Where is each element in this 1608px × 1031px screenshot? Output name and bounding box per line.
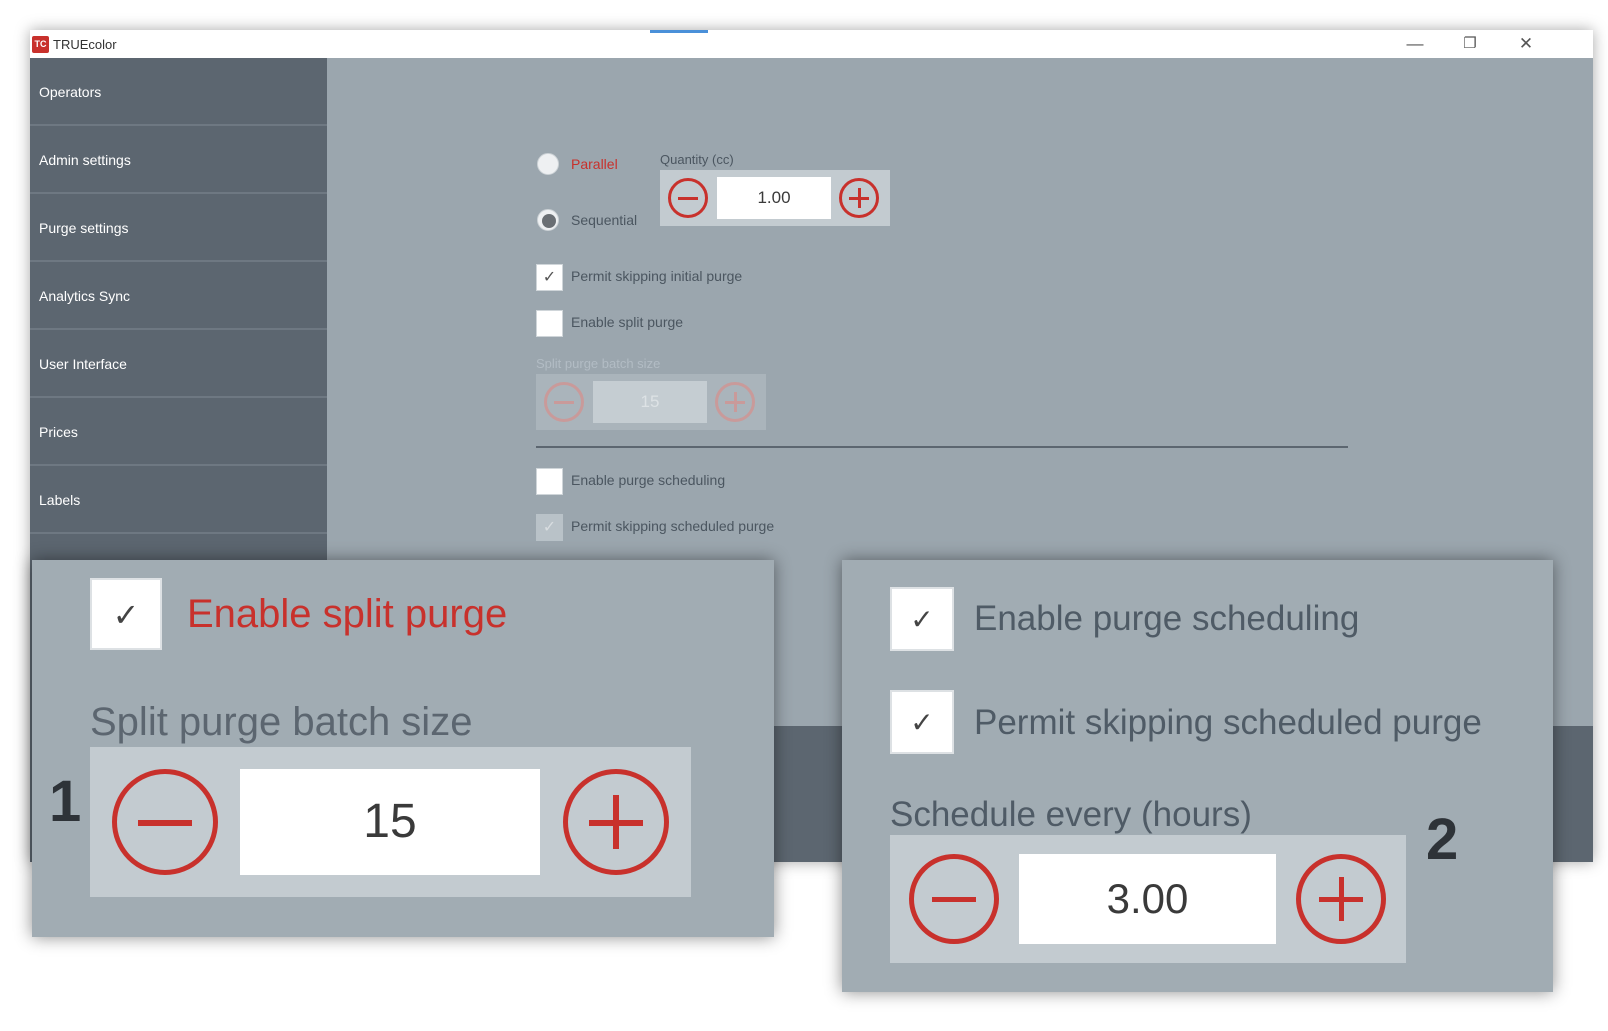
title-accent-bar xyxy=(650,30,708,33)
app-logo-icon: TC xyxy=(32,36,49,53)
radio-selected-dot xyxy=(542,214,556,228)
sidebar-item-analytics-sync[interactable]: Analytics Sync xyxy=(30,262,327,330)
split-batch-size-stepper-zoom: 15 xyxy=(90,747,691,897)
schedule-decrement-button[interactable] xyxy=(909,854,999,944)
schedule-every-field[interactable]: 3.00 xyxy=(1019,854,1276,944)
enable-split-purge-checkbox-zoom[interactable]: ✓ xyxy=(90,578,162,650)
quantity-label: Quantity (cc) xyxy=(660,152,734,167)
callout-number-1: 1 xyxy=(49,769,82,834)
callout-number-2: 2 xyxy=(1426,807,1459,872)
minus-icon xyxy=(554,401,574,404)
permit-skipping-scheduled-purge-label: Permit skipping scheduled purge xyxy=(571,518,775,534)
batch-decrement-button[interactable] xyxy=(544,382,584,422)
section-divider xyxy=(536,446,1348,448)
batch-increment-button[interactable] xyxy=(715,382,755,422)
sidebar-item-admin-settings[interactable]: Admin settings xyxy=(30,126,327,194)
permit-skipping-initial-purge-checkbox[interactable]: ✓ xyxy=(536,264,563,291)
parallel-label: Parallel xyxy=(571,156,618,172)
close-button[interactable]: ✕ xyxy=(1506,32,1546,56)
split-batch-size-label: Split purge batch size xyxy=(536,356,661,371)
schedule-every-label: Schedule every (hours) xyxy=(890,795,1252,834)
enable-split-purge-label: Enable split purge xyxy=(571,314,684,330)
quantity-decrement-button[interactable] xyxy=(668,178,708,218)
quantity-field[interactable]: 1.00 xyxy=(717,177,831,219)
sidebar-item-prices[interactable]: Prices xyxy=(30,398,327,466)
minus-icon xyxy=(138,820,192,826)
zoom-panel-scheduling: ✓ Enable purge scheduling ✓ Permit skipp… xyxy=(842,560,1553,992)
enable-split-purge-checkbox[interactable] xyxy=(536,310,563,337)
plus-icon-v xyxy=(734,392,737,412)
quantity-increment-button[interactable] xyxy=(839,178,879,218)
sidebar-item-purge-settings[interactable]: Purge settings xyxy=(30,194,327,262)
sidebar-item-operators[interactable]: Operators xyxy=(30,58,327,126)
enable-purge-scheduling-label-zoom: Enable purge scheduling xyxy=(974,599,1360,638)
enable-purge-scheduling-label: Enable purge scheduling xyxy=(571,472,726,488)
restore-button[interactable]: ❐ xyxy=(1450,32,1490,56)
batch-decrement-button-zoom[interactable] xyxy=(112,769,218,875)
sequential-radio[interactable] xyxy=(537,209,559,231)
permit-skipping-scheduled-purge-label-zoom: Permit skipping scheduled purge xyxy=(974,703,1482,742)
batch-increment-button-zoom[interactable] xyxy=(563,769,669,875)
plus-icon-v xyxy=(1339,877,1344,921)
permit-skipping-initial-purge-label: Permit skipping initial purge xyxy=(571,268,743,284)
plus-icon-v xyxy=(613,795,619,849)
minimize-button[interactable]: — xyxy=(1395,32,1435,56)
schedule-every-stepper: 3.00 xyxy=(890,835,1406,963)
sequential-label: Sequential xyxy=(571,212,638,228)
schedule-increment-button[interactable] xyxy=(1296,854,1386,944)
permit-skipping-scheduled-purge-checkbox-zoom[interactable]: ✓ xyxy=(890,690,954,754)
plus-icon-v xyxy=(858,188,861,208)
title-bar: TC TRUEcolor — ❐ ✕ xyxy=(30,30,1593,58)
enable-split-purge-label-zoom: Enable split purge xyxy=(187,592,508,636)
zoom-panel-split-purge: ✓ Enable split purge Split purge batch s… xyxy=(32,560,774,937)
sidebar-item-user-interface[interactable]: User Interface xyxy=(30,330,327,398)
parallel-radio[interactable] xyxy=(537,153,559,175)
split-batch-size-stepper: 15 xyxy=(536,374,766,430)
split-batch-size-label-zoom: Split purge batch size xyxy=(90,700,473,744)
split-batch-size-field-zoom[interactable]: 15 xyxy=(240,769,540,875)
minus-icon xyxy=(678,197,698,200)
enable-purge-scheduling-checkbox[interactable] xyxy=(536,468,563,495)
enable-purge-scheduling-checkbox-zoom[interactable]: ✓ xyxy=(890,587,954,651)
permit-skipping-scheduled-purge-checkbox[interactable]: ✓ xyxy=(536,514,563,541)
minus-icon xyxy=(932,897,976,902)
split-batch-size-field[interactable]: 15 xyxy=(593,381,707,423)
sidebar-item-labels[interactable]: Labels xyxy=(30,466,327,534)
app-title: TRUEcolor xyxy=(53,37,117,52)
quantity-stepper: 1.00 xyxy=(660,170,890,226)
